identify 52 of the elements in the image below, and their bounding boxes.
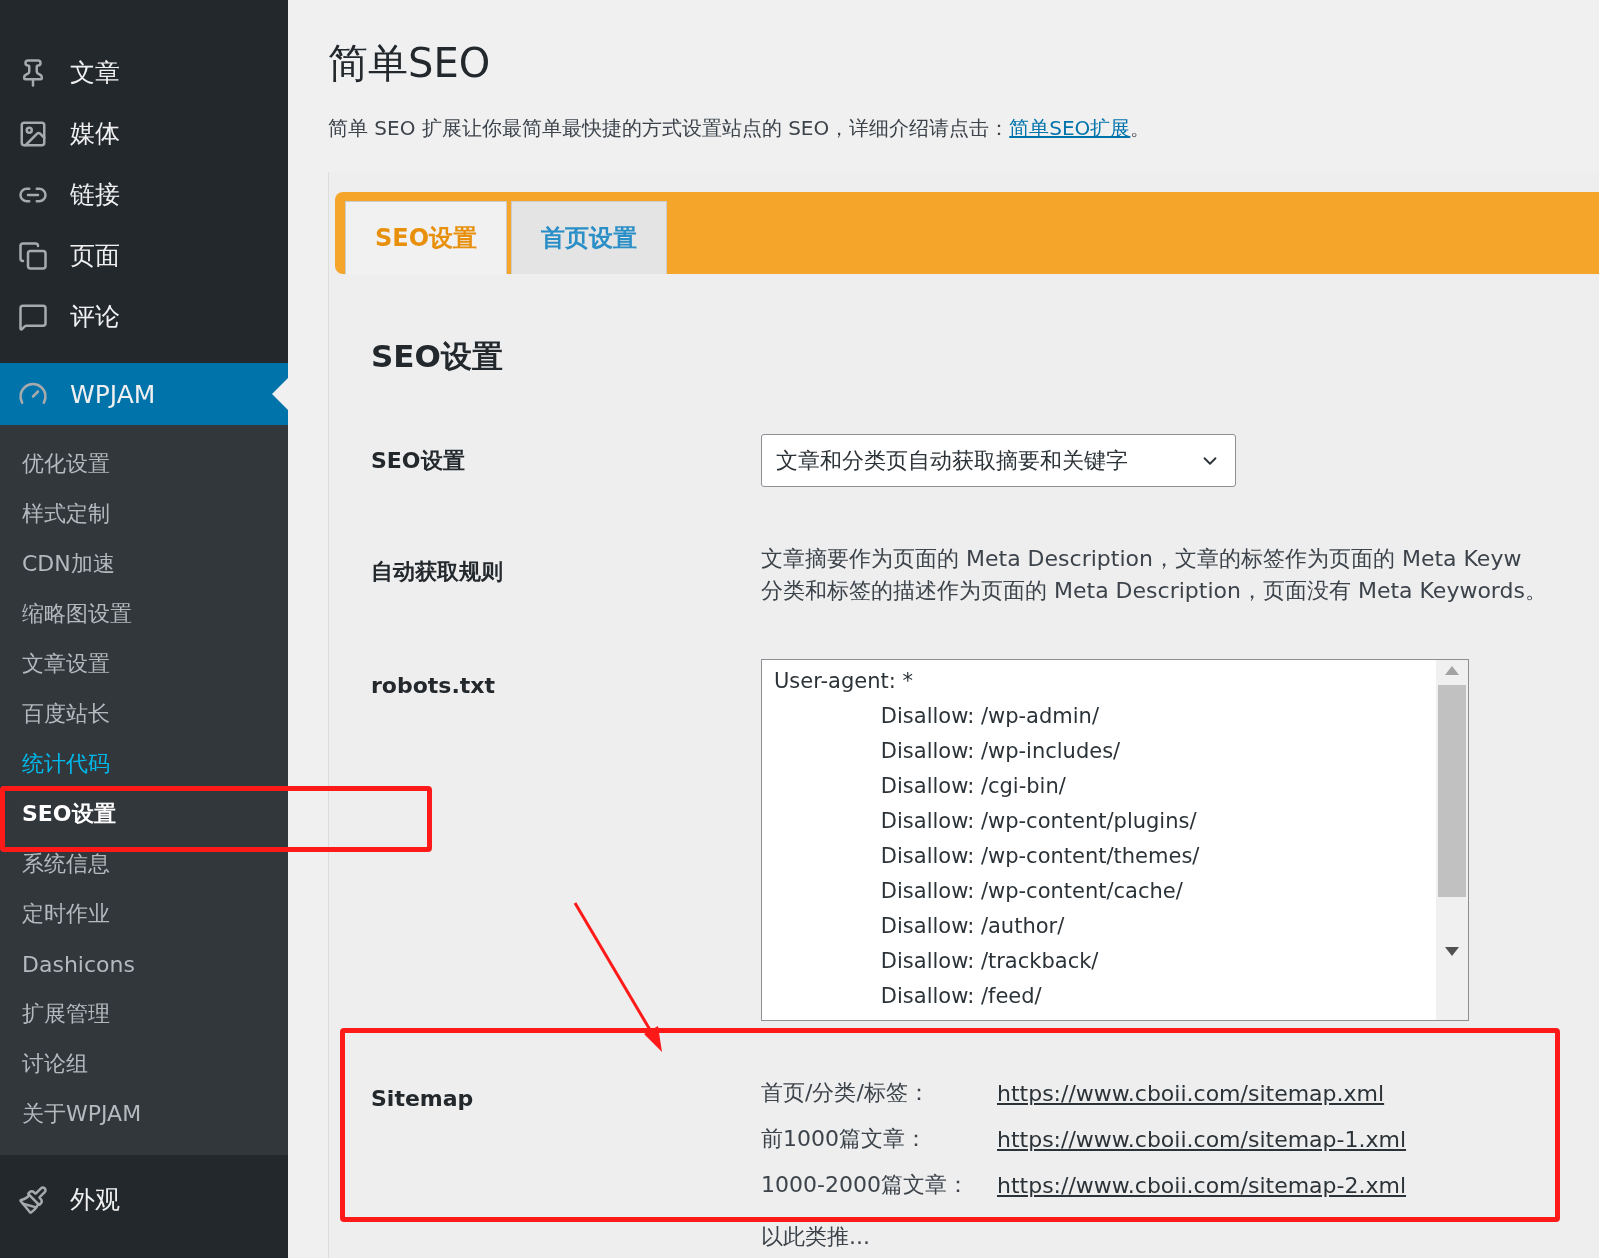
sitemap-label: 首页/分类/标签：	[761, 1079, 931, 1107]
sitemap-note: 以此类推...	[761, 1223, 871, 1251]
sitemap-link[interactable]: https://www.cboii.com/sitemap-2.xml	[997, 1172, 1599, 1198]
submenu-item[interactable]: 定时作业	[0, 899, 288, 929]
sidebar-item[interactable]: 媒体	[0, 103, 288, 164]
sidebar-label: 评论	[70, 301, 120, 333]
submenu-item[interactable]: 系统信息	[0, 849, 288, 879]
page-title: 简单SEO	[328, 39, 492, 88]
sitemap-label: 前1000篇文章：	[761, 1125, 928, 1153]
submenu-item[interactable]: 关于WPJAM	[0, 1099, 288, 1129]
scroll-up-icon[interactable]	[1445, 666, 1459, 675]
field-label: Sitemap	[371, 1085, 475, 1111]
sidebar-label: 外观	[70, 1184, 120, 1216]
submenu-item[interactable]: 缩略图设置	[0, 599, 288, 629]
field-label: robots.txt	[371, 672, 497, 698]
submenu-item[interactable]: 优化设置	[0, 449, 288, 479]
submenu-item[interactable]: 百度站长	[0, 699, 288, 729]
submenu-item[interactable]: 统计代码	[0, 749, 288, 779]
sitemap-link[interactable]: https://www.cboii.com/sitemap.xml	[997, 1080, 1599, 1106]
submenu-item[interactable]: 文章设置	[0, 649, 288, 679]
extension-link[interactable]: 简单SEO扩展	[1009, 116, 1131, 140]
scroll-down-icon[interactable]	[1445, 947, 1459, 956]
rule-text: 文章摘要作为页面的 Meta Description，文章的标签作为页面的 Meta Keyw	[761, 545, 1523, 573]
pages-icon	[18, 240, 48, 271]
sidebar-label: 文章	[70, 57, 120, 89]
page-description: 简单 SEO 扩展让你最简单最快捷的方式设置站点的 SEO，详细介绍请点击：简单SEO扩展。	[328, 115, 1152, 142]
sidebar-item[interactable]: 外观	[0, 1169, 288, 1230]
sitemap-link[interactable]: https://www.cboii.com/sitemap-1.xml	[997, 1126, 1599, 1152]
submenu-item[interactable]: 样式定制	[0, 499, 288, 529]
sidebar-item[interactable]: 页面	[0, 225, 288, 286]
sidebar-label: WPJAM	[70, 379, 156, 409]
field-label: 自动获取规则	[371, 558, 504, 586]
robots-textarea[interactable]: User-agent: * Disallow: /wp-admin/ Disallow: /wp-includes/ Disallow: /cgi-bin/ Disallow: /wp-content/plugins/ Disallow: /wp-content/themes/ Disallow: /wp-content/cache/ Disallow: /author/ Disallow: /trackback/ Disallow: /feed/	[761, 659, 1469, 1021]
sidebar-label: 媒体	[70, 118, 120, 150]
sidebar-item[interactable]: WPJAM	[0, 363, 288, 425]
field-label: SEO设置	[371, 447, 466, 475]
rule-text: 分类和标签的描述作为页面的 Meta Description，页面没有 Meta Keywords。	[761, 577, 1548, 605]
sitemap-label: 1000-2000篇文章：	[761, 1171, 970, 1199]
sidebar-item[interactable]: 链接	[0, 164, 288, 225]
sidebar-item[interactable]: 评论	[0, 286, 288, 347]
submenu-item[interactable]: 扩展管理	[0, 999, 288, 1029]
seo-mode-select[interactable]: 文章和分类页自动获取摘要和关键字	[761, 434, 1236, 487]
sidebar-item[interactable]: 文章	[0, 42, 288, 103]
submenu-item[interactable]: 讨论组	[0, 1049, 288, 1079]
submenu-item[interactable]: CDN加速	[0, 549, 288, 579]
brush-icon	[18, 1184, 48, 1215]
sidebar-label: 页面	[70, 240, 120, 272]
section-title: SEO设置	[371, 337, 504, 376]
submenu-item[interactable]: Dashicons	[0, 949, 288, 979]
submenu-item[interactable]: SEO设置	[0, 799, 288, 829]
sidebar-label: 链接	[70, 179, 120, 211]
scrollbar[interactable]	[1436, 660, 1468, 1020]
